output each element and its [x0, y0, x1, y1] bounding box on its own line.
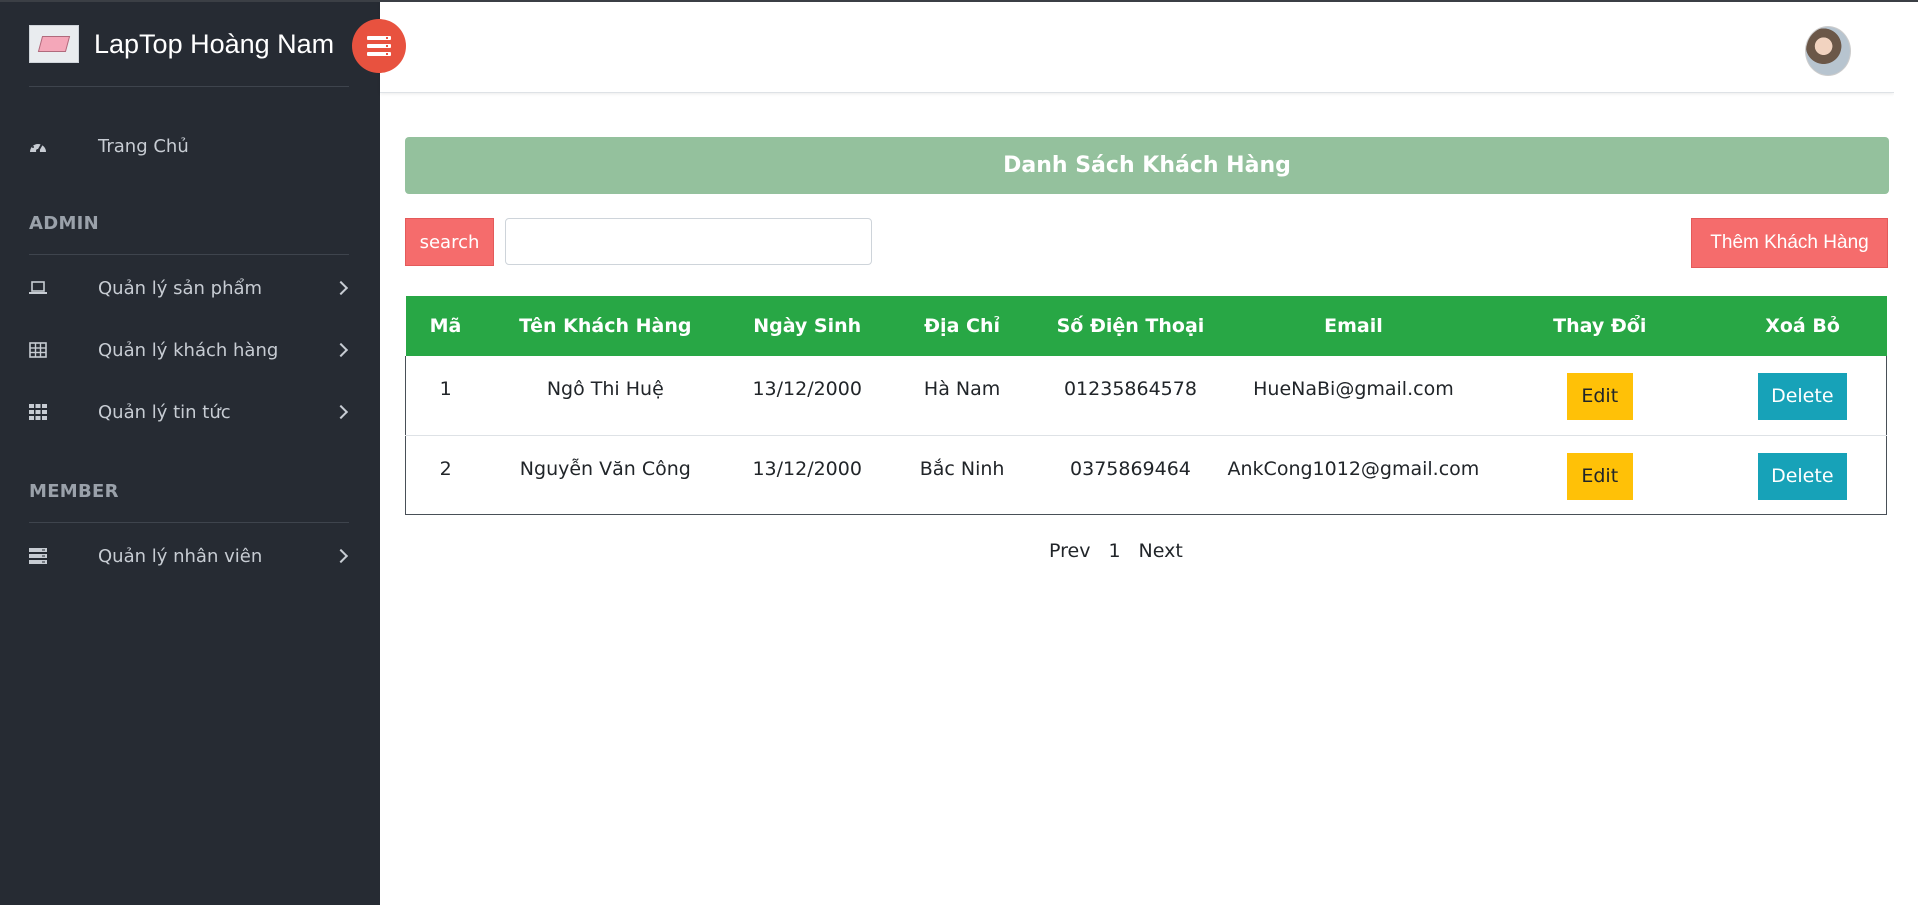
- page-title: Danh Sách Khách Hàng: [1003, 153, 1291, 178]
- cell-name: Ngô Thi Huệ: [546, 378, 664, 400]
- brand-name: LapTop Hoàng Nam: [94, 28, 335, 59]
- search-input[interactable]: [505, 218, 872, 265]
- sidebar-item-news[interactable]: Quản lý tin tức: [0, 392, 380, 432]
- sidebar-item-products-label: Quản lý sản phẩm: [98, 277, 263, 299]
- sidebar: LapTop Hoàng Nam Trang Chủ ADMIN Quản lý…: [0, 0, 380, 905]
- cell-email: AnkCong1012@gmail.com: [1227, 457, 1480, 480]
- table-header-row: Mã Tên Khách Hàng Ngày Sinh Địa Chỉ Số Đ…: [405, 296, 1887, 356]
- pagination: Prev 1 Next: [1049, 540, 1183, 562]
- cell-name: Nguyễn Văn Công: [519, 457, 691, 480]
- chevron-right-icon: [333, 342, 349, 358]
- search-button[interactable]: search: [405, 218, 494, 266]
- laptop-logo-icon: [29, 25, 79, 63]
- section-divider: [29, 522, 349, 523]
- column-header-id: Mã: [429, 315, 462, 337]
- server-icon: [29, 547, 47, 565]
- sidebar-item-products[interactable]: Quản lý sản phẩm: [0, 268, 380, 308]
- sidebar-item-home[interactable]: Trang Chủ: [0, 126, 380, 166]
- delete-button[interactable]: Delete: [1757, 373, 1847, 421]
- sidebar-item-home-label: Trang Chủ: [98, 135, 189, 157]
- column-header-address: Địa Chỉ: [924, 315, 1000, 337]
- column-header-dob: Ngày Sinh: [753, 315, 862, 337]
- sidebar-item-staff-label: Quản lý nhân viên: [98, 545, 263, 567]
- edit-button[interactable]: Edit: [1566, 452, 1633, 500]
- sidebar-item-news-label: Quản lý tin tức: [98, 401, 231, 423]
- section-divider: [29, 254, 349, 255]
- sidebar-toggle-button[interactable]: [352, 19, 406, 73]
- cell-dob: 13/12/2000: [752, 378, 862, 400]
- edit-button[interactable]: Edit: [1566, 373, 1633, 421]
- brand[interactable]: LapTop Hoàng Nam: [29, 25, 334, 63]
- pagination-prev[interactable]: Prev: [1049, 540, 1090, 562]
- column-header-phone: Số Điện Thoại: [1056, 315, 1205, 337]
- page-right-margin: [1894, 0, 1918, 905]
- cell-email: HueNaBi@gmail.com: [1253, 378, 1454, 400]
- cell-edit: Edit: [1481, 435, 1719, 514]
- column-header-email: Email: [1324, 315, 1383, 337]
- delete-button[interactable]: Delete: [1757, 452, 1847, 500]
- cell-phone: 01235864578: [1063, 378, 1197, 400]
- pagination-page[interactable]: 1: [1108, 540, 1120, 562]
- cell-dob: 13/12/2000: [752, 457, 862, 480]
- cell-delete: Delete: [1719, 435, 1887, 514]
- sidebar-divider: [29, 86, 349, 87]
- user-avatar[interactable]: [1805, 26, 1851, 76]
- sidebar-item-staff[interactable]: Quản lý nhân viên: [0, 536, 380, 576]
- cell-address: Hà Nam: [923, 378, 1001, 400]
- page-title-bar: Danh Sách Khách Hàng: [405, 137, 1889, 194]
- cell-edit: Edit: [1481, 356, 1719, 435]
- table-icon: [29, 341, 47, 359]
- chevron-right-icon: [333, 404, 349, 420]
- sidebar-item-customers-label: Quản lý khách hàng: [98, 339, 279, 361]
- customer-table-container: Mã Tên Khách Hàng Ngày Sinh Địa Chỉ Số Đ…: [405, 296, 1887, 515]
- column-header-delete: Xoá Bỏ: [1765, 315, 1840, 337]
- cell-id: 1: [439, 378, 452, 400]
- cell-id: 2: [439, 457, 452, 480]
- cell-delete: Delete: [1719, 356, 1887, 435]
- column-header-edit: Thay Đổi: [1553, 315, 1647, 337]
- section-title-admin: ADMIN: [29, 213, 100, 234]
- section-title-member: MEMBER: [29, 481, 119, 502]
- chevron-right-icon: [333, 280, 349, 296]
- sidebar-item-customers[interactable]: Quản lý khách hàng: [0, 330, 380, 370]
- cell-address: Bắc Ninh: [919, 457, 1005, 480]
- chevron-right-icon: [333, 548, 349, 564]
- column-header-name: Tên Khách Hàng: [519, 315, 692, 337]
- pagination-next[interactable]: Next: [1139, 540, 1183, 562]
- table-row: 2 Nguyễn Văn Công 13/12/2000 Bắc Ninh 03…: [405, 435, 1887, 514]
- window-top-border: [0, 0, 1918, 2]
- top-header: [380, 0, 1894, 93]
- cell-phone: 0375869464: [1070, 457, 1191, 480]
- table-row: 1 Ngô Thi Huệ 13/12/2000 Hà Nam 01235864…: [405, 356, 1887, 435]
- menu-toggle-icon: [367, 36, 391, 56]
- laptop-icon: [29, 279, 47, 297]
- dashboard-icon: [29, 137, 47, 155]
- customer-table: Mã Tên Khách Hàng Ngày Sinh Địa Chỉ Số Đ…: [405, 296, 1887, 515]
- grid-icon: [29, 403, 47, 421]
- add-customer-button[interactable]: Thêm Khách Hàng: [1691, 218, 1888, 268]
